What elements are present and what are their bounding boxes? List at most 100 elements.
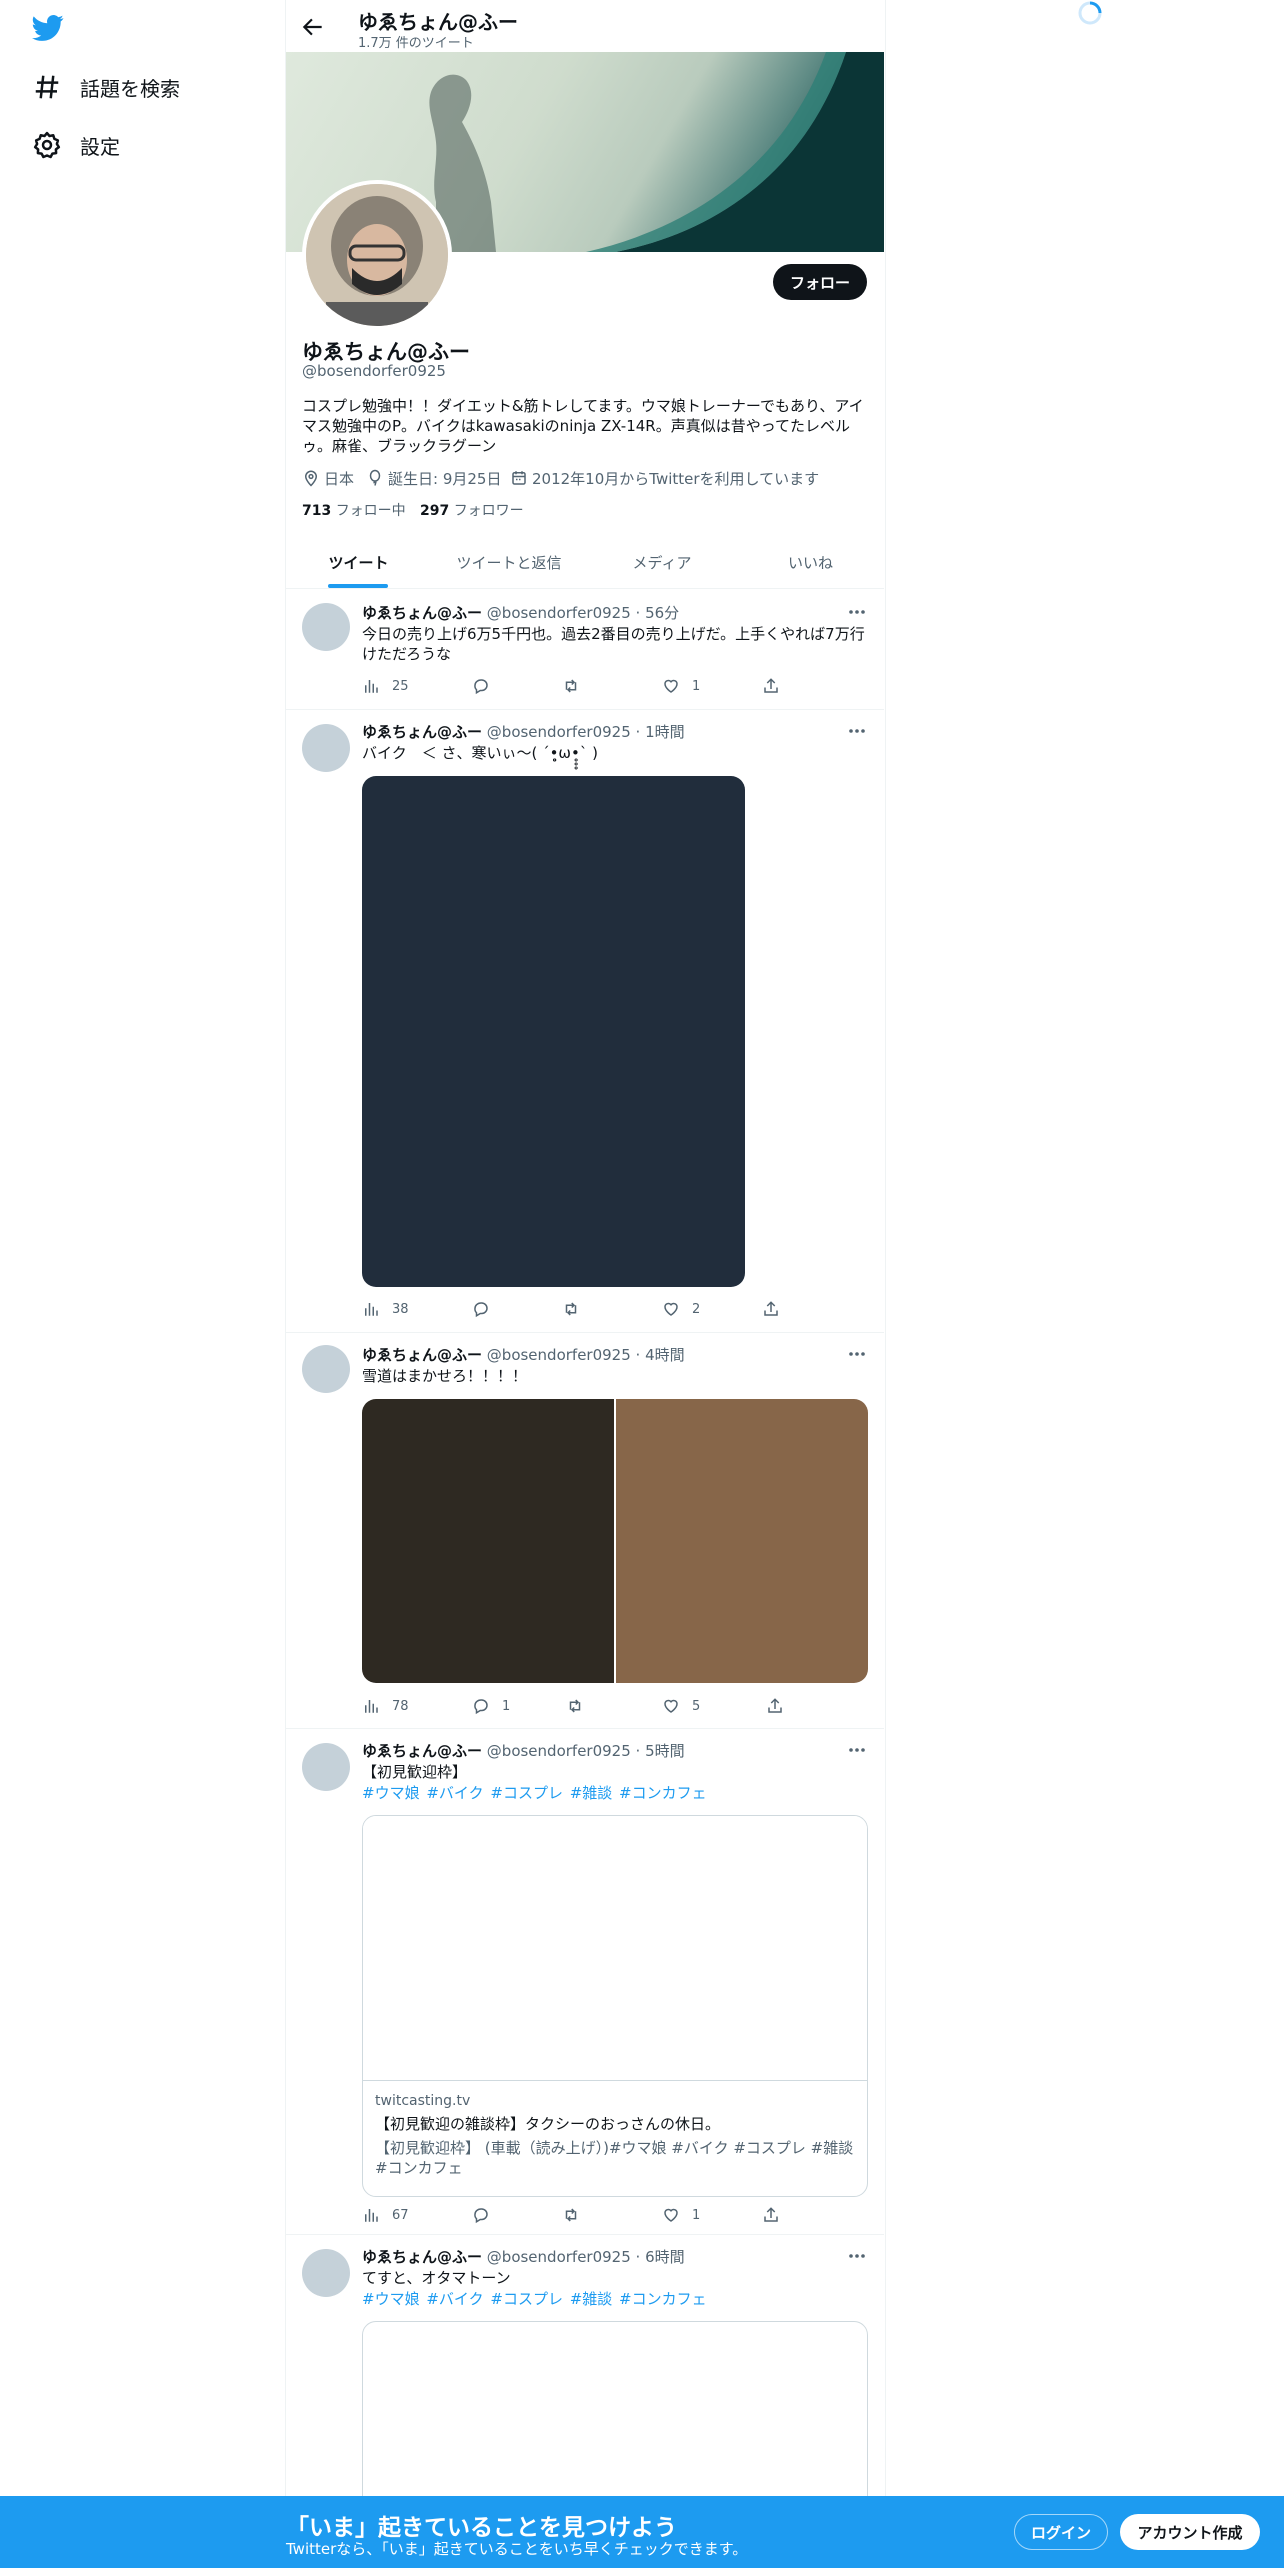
link-card[interactable]	[362, 2321, 868, 2523]
hashtag-icon	[32, 72, 62, 102]
following-label: フォロー中	[335, 503, 406, 519]
tweet-text: 雪道はまかせろ！！！！	[362, 1367, 528, 1385]
joined-text: 2012年10月からTwitterを利用しています	[532, 469, 820, 488]
reply-button[interactable]	[472, 1298, 502, 1320]
retweet-button[interactable]	[562, 1298, 592, 1320]
tweet[interactable]: ゆゑちょん@ふー @bosendorfer0925 · 1時間 バイク ＜ さ、…	[286, 710, 884, 1333]
nav-explore-label: 話題を検索	[80, 76, 180, 101]
login-button[interactable]: ログイン	[1014, 2514, 1108, 2550]
signup-banner-title: 「いま」起きていることを見つけよう	[286, 2515, 677, 2541]
profile-handle: @bosendorfer0925	[302, 362, 446, 380]
tweet-header: ゆゑちょん@ふー @bosendorfer0925 · 6時間	[362, 2246, 685, 2267]
tweet-author-name[interactable]: ゆゑちょん@ふー	[362, 1742, 482, 1760]
views-button[interactable]: 78	[362, 1695, 409, 1717]
tweet-meta[interactable]: @bosendorfer0925 · 6時間	[487, 2248, 685, 2266]
like-count: 1	[692, 678, 701, 694]
tweet-media-image[interactable]	[616, 1399, 868, 1683]
like-button[interactable]: 1	[662, 2204, 700, 2226]
reply-button[interactable]: 1	[472, 1695, 510, 1717]
tweet-media-image[interactable]	[362, 1399, 614, 1683]
tweet-avatar[interactable]	[302, 2249, 350, 2297]
tweet-author-name[interactable]: ゆゑちょん@ふー	[362, 2248, 482, 2266]
views-count: 67	[392, 2207, 409, 2223]
profile-avatar[interactable]	[302, 180, 452, 330]
retweet-button[interactable]	[562, 2204, 592, 2226]
more-options-icon[interactable]	[846, 1343, 868, 1365]
reply-icon	[472, 2206, 490, 2224]
tweet-actions: 78 1 5	[362, 1695, 802, 1717]
tweet[interactable]: ゆゑちょん@ふー @bosendorfer0925 · 5時間 【初見歓迎枠】 …	[286, 1729, 884, 2235]
reply-button[interactable]	[472, 2204, 502, 2226]
tweet[interactable]: ゆゑちょん@ふー @bosendorfer0925 · 56分 今日の売り上げ6…	[286, 589, 884, 710]
tweet-meta[interactable]: @bosendorfer0925 · 4時間	[487, 1346, 685, 1364]
tab-tweets[interactable]: ツイート	[286, 536, 431, 588]
retweet-button[interactable]	[562, 675, 592, 697]
share-button[interactable]	[762, 1298, 792, 1320]
location-text: 日本	[324, 469, 355, 488]
tweet-text: バイク ＜ さ、寒いぃ〜( ´•̥̥̥ω•̥̥̥` )	[362, 744, 598, 762]
retweet-icon	[566, 1697, 584, 1715]
share-button[interactable]	[762, 2204, 792, 2226]
followers-link[interactable]: 297 フォロワー	[420, 500, 524, 520]
views-button[interactable]: 67	[362, 2204, 409, 2226]
tweet-author-name[interactable]: ゆゑちょん@ふー	[362, 604, 482, 622]
analytics-icon	[362, 2206, 380, 2224]
back-arrow-icon[interactable]	[300, 14, 326, 40]
tweet-avatar[interactable]	[302, 603, 350, 651]
tweet-meta[interactable]: @bosendorfer0925 · 1時間	[487, 723, 685, 741]
nav-settings[interactable]: 設定	[32, 120, 120, 170]
twitter-logo-icon[interactable]	[30, 12, 66, 44]
retweet-button[interactable]	[566, 1695, 596, 1717]
tweet-media-image[interactable]	[362, 776, 745, 1287]
loading-spinner-icon	[1074, 0, 1106, 28]
followers-label: フォロワー	[453, 503, 524, 519]
reply-button[interactable]	[472, 675, 502, 697]
tweet-hashtags[interactable]: #ウマ娘 #バイク #コスプレ #雑談 #コンカフェ	[362, 2288, 707, 2309]
tweet[interactable]: ゆゑちょん@ふー @bosendorfer0925 · 4時間 雪道はまかせろ！…	[286, 1333, 884, 1729]
tweet-hashtags[interactable]: #ウマ娘 #バイク #コスプレ #雑談 #コンカフェ	[362, 1782, 707, 1803]
more-options-icon[interactable]	[846, 2245, 868, 2267]
tweet-author-name[interactable]: ゆゑちょん@ふー	[362, 723, 482, 741]
like-button[interactable]: 2	[662, 1298, 700, 1320]
heart-icon	[662, 677, 680, 695]
tweet-avatar[interactable]	[302, 1345, 350, 1393]
analytics-icon	[362, 1697, 380, 1715]
following-link[interactable]: 713 フォロー中	[302, 500, 406, 520]
tweet-author-name[interactable]: ゆゑちょん@ふー	[362, 1346, 482, 1364]
analytics-icon	[362, 1300, 380, 1318]
nav-settings-label: 設定	[80, 134, 120, 159]
balloon-icon	[366, 469, 384, 487]
like-count: 5	[692, 1698, 701, 1714]
more-options-icon[interactable]	[846, 1739, 868, 1761]
tweet-avatar[interactable]	[302, 1743, 350, 1791]
views-button[interactable]: 25	[362, 675, 409, 697]
like-button[interactable]: 5	[662, 1695, 700, 1717]
more-options-icon[interactable]	[846, 601, 868, 623]
more-options-icon[interactable]	[846, 720, 868, 742]
topbar-tweet-count: 1.7万 件のツイート	[358, 36, 474, 51]
like-button[interactable]: 1	[662, 675, 700, 697]
tweet-meta[interactable]: @bosendorfer0925 · 5時間	[487, 1742, 685, 1760]
tweet[interactable]: ゆゑちょん@ふー @bosendorfer0925 · 6時間 てすと、オタマト…	[286, 2235, 884, 2523]
share-button[interactable]	[766, 1695, 796, 1717]
tab-likes[interactable]: いいね	[737, 536, 884, 588]
views-button[interactable]: 38	[362, 1298, 409, 1320]
link-card-image	[363, 1816, 867, 2081]
nav-explore[interactable]: 話題を検索	[32, 62, 180, 112]
like-count: 2	[692, 1301, 701, 1317]
share-icon	[762, 677, 780, 695]
tab-tweets-and-replies[interactable]: ツイートと返信	[431, 536, 587, 588]
link-card[interactable]: twitcasting.tv 【初見歓迎の雑談枠】タクシーのおっさんの休日。 【…	[362, 1815, 868, 2197]
tweet-actions: 25 1	[362, 675, 802, 697]
reply-icon	[472, 1697, 490, 1715]
share-button[interactable]	[762, 675, 792, 697]
profile-bio: コスプレ勉強中！！ダイエット&筋トレしてます。ウマ娘トレーナーでもあり、アイマス…	[302, 397, 864, 455]
tab-media[interactable]: メディア	[587, 536, 737, 588]
tweet-avatar[interactable]	[302, 724, 350, 772]
create-account-button[interactable]: アカウント作成	[1120, 2514, 1260, 2550]
following-count: 713	[302, 503, 332, 519]
tweet-text: 今日の売り上げ6万5千円也。過去2番目の売り上げだ。上手くやれば7万行けただろう…	[362, 625, 865, 663]
tweet-meta[interactable]: @bosendorfer0925 · 56分	[487, 604, 679, 622]
follow-button[interactable]: フォロー	[773, 264, 867, 300]
like-count: 1	[692, 2207, 701, 2223]
